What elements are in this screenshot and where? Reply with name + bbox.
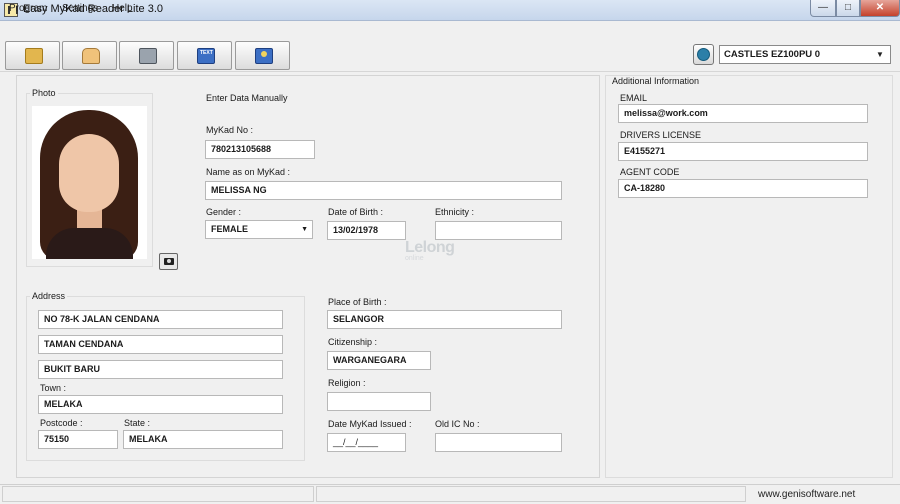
ethnicity-field[interactable] (435, 221, 562, 240)
print-button[interactable] (119, 41, 174, 70)
agent-code-label: AGENT CODE (620, 167, 680, 177)
gender-label: Gender : (206, 207, 242, 217)
postcode-field[interactable]: 75150 (38, 430, 118, 449)
save-picture-icon (255, 48, 273, 64)
license-field[interactable]: E4155271 (618, 142, 868, 161)
mykad-no-label: MyKad No : (206, 125, 254, 135)
chevron-down-icon: ▼ (301, 226, 308, 233)
address-line2-field[interactable]: TAMAN CENDANA (38, 335, 283, 354)
menu-settings[interactable]: Settings (62, 3, 98, 14)
email-field[interactable]: melissa@work.com (618, 104, 868, 123)
status-cell (316, 486, 746, 502)
save-picture-button[interactable] (235, 41, 290, 70)
dob-field[interactable]: 13/02/1978 (327, 221, 406, 240)
watermark-sub: online (405, 255, 424, 262)
camera-icon (164, 258, 174, 265)
save-text-button[interactable]: TEXT (177, 41, 232, 70)
citizenship-label: Citizenship : (328, 337, 378, 347)
religion-field[interactable] (327, 392, 431, 411)
issued-field[interactable]: __/__/____ (327, 433, 406, 452)
menu-help[interactable]: Help (112, 3, 133, 14)
status-url: www.genisoftware.net (758, 489, 856, 500)
enter-manually-label: Enter Data Manually (206, 93, 288, 103)
town-field[interactable]: MELAKA (38, 395, 283, 414)
card-reader-icon (25, 48, 43, 64)
license-label: DRIVERS LICENSE (620, 130, 702, 140)
state-field[interactable]: MELAKA (123, 430, 283, 449)
religion-label: Religion : (328, 378, 366, 388)
mykad-no-field[interactable]: 780213105688 (205, 140, 315, 159)
camera-button[interactable] (159, 253, 178, 270)
save-text-icon: TEXT (197, 48, 215, 64)
printer-icon (139, 48, 157, 64)
gender-select[interactable]: FEMALE ▼ (205, 220, 313, 239)
reader-select[interactable]: CASTLES EZ100PU 0 (719, 45, 891, 64)
issued-label: Date MyKad Issued : (328, 419, 412, 429)
minimize-button[interactable]: — (810, 0, 836, 17)
menu-bar (0, 22, 900, 39)
id-photo (32, 106, 147, 259)
additional-info-title: Additional Information (610, 76, 702, 86)
pob-field[interactable]: SELANGOR (327, 310, 562, 329)
save-text-glyph: TEXT (200, 50, 213, 56)
photo-label: Photo (30, 88, 58, 98)
reader-icon (697, 48, 710, 61)
postcode-label: Postcode : (40, 418, 83, 428)
manual-entry-button[interactable] (62, 41, 117, 70)
menu-program[interactable]: Program (9, 3, 47, 14)
email-label: EMAIL (620, 93, 648, 103)
maximize-button[interactable]: □ (836, 0, 860, 17)
dob-label: Date of Birth : (328, 207, 384, 217)
close-button[interactable]: ✕ (860, 0, 900, 17)
hand-card-icon (82, 48, 100, 64)
agent-code-field[interactable]: CA-18280 (618, 179, 868, 198)
ethnicity-label: Ethnicity : (435, 207, 475, 217)
town-label: Town : (40, 383, 67, 393)
oldic-field[interactable] (435, 433, 562, 452)
state-label: State : (124, 418, 151, 428)
name-label: Name as on MyKad : (206, 167, 291, 177)
oldic-label: Old IC No : (435, 419, 480, 429)
citizenship-field[interactable]: WARGANEGARA (327, 351, 431, 370)
reader-refresh-button[interactable] (693, 44, 714, 65)
address-line1-field[interactable]: NO 78-K JALAN CENDANA (38, 310, 283, 329)
gender-value: FEMALE (211, 224, 248, 234)
name-field[interactable]: MELISSA NG (205, 181, 562, 200)
pob-label: Place of Birth : (328, 297, 387, 307)
read-card-button[interactable] (5, 41, 60, 70)
chevron-down-icon: ▼ (876, 50, 884, 59)
address-label: Address (30, 291, 68, 301)
status-cell (2, 486, 314, 502)
address-line3-field[interactable]: BUKIT BARU (38, 360, 283, 379)
